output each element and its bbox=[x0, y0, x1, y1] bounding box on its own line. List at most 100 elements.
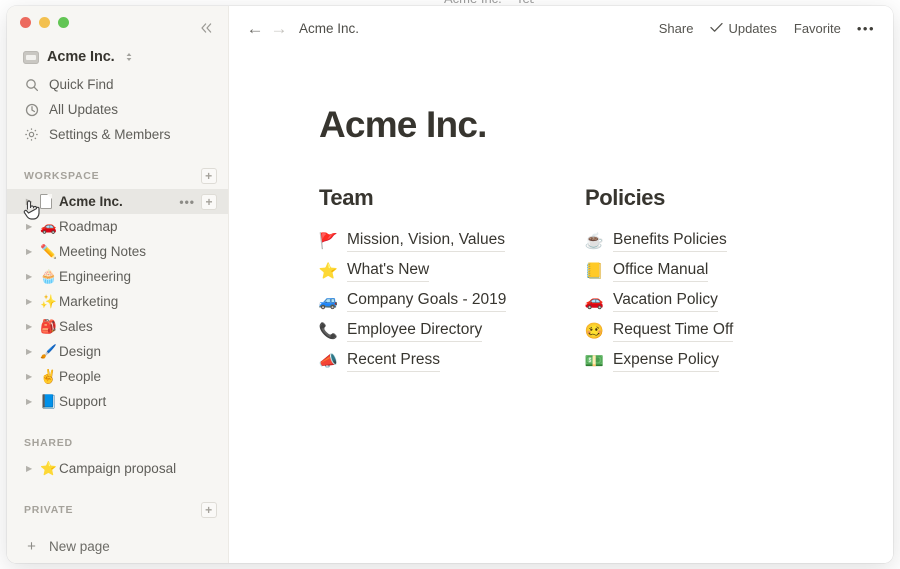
section-header-private: PRIVATE + bbox=[7, 497, 228, 523]
breadcrumb[interactable]: Acme Inc. bbox=[299, 21, 359, 36]
sidebar-page-label: Marketing bbox=[59, 294, 217, 309]
sidebar-page-label: Design bbox=[59, 344, 217, 359]
sidebar-page-acme-inc[interactable]: ▶ Acme Inc. ••• + bbox=[7, 189, 228, 214]
page-link-label: Benefits Policies bbox=[613, 230, 727, 251]
sidebar-page-label: Engineering bbox=[59, 269, 217, 284]
page-emoji-icon: 🥴 bbox=[585, 322, 604, 341]
page-link-label: Mission, Vision, Values bbox=[347, 230, 505, 251]
section-title: PRIVATE bbox=[24, 504, 201, 516]
page-link-whats-new[interactable]: ⭐ What's New bbox=[319, 256, 585, 286]
new-page-button[interactable]: + New page bbox=[7, 529, 228, 563]
workspace-logo-icon bbox=[23, 51, 39, 64]
page-link-recent-press[interactable]: 📣 Recent Press bbox=[319, 346, 585, 376]
add-workspace-page-button[interactable]: + bbox=[201, 168, 217, 184]
sidebar-page-label: Sales bbox=[59, 319, 217, 334]
disclosure-triangle-icon[interactable]: ▶ bbox=[26, 322, 40, 331]
sidebar-page-meeting-notes[interactable]: ▶ ✏️ Meeting Notes bbox=[7, 239, 228, 264]
sidebar-page-engineering[interactable]: ▶ 🧁 Engineering bbox=[7, 264, 228, 289]
page-emoji-icon: 📞 bbox=[319, 322, 338, 341]
sidebar-page-marketing[interactable]: ▶ ✨ Marketing bbox=[7, 289, 228, 314]
page-link-label: Expense Policy bbox=[613, 350, 719, 371]
page-link-expense-policy[interactable]: 💵 Expense Policy bbox=[585, 346, 851, 376]
page-link-label: Office Manual bbox=[613, 260, 708, 281]
collapse-sidebar-button[interactable] bbox=[196, 18, 218, 38]
page-more-button[interactable]: ••• bbox=[179, 196, 195, 208]
sidebar-item-settings-members[interactable]: Settings & Members bbox=[7, 122, 228, 147]
disclosure-triangle-icon[interactable]: ▶ bbox=[26, 297, 40, 306]
page-emoji-icon: ✨ bbox=[40, 294, 59, 310]
page-emoji-icon: ✏️ bbox=[40, 244, 59, 260]
page-emoji-icon: ☕ bbox=[585, 232, 604, 251]
sidebar-page-support[interactable]: ▶ 📘 Support bbox=[7, 389, 228, 414]
page-link-benefits-policies[interactable]: ☕ Benefits Policies bbox=[585, 226, 851, 256]
forward-button[interactable]: → bbox=[267, 17, 291, 41]
workspace-name: Acme Inc. bbox=[47, 49, 115, 65]
workspace-switcher[interactable]: Acme Inc. bbox=[7, 42, 228, 72]
page-link-mission-vision-values[interactable]: 🚩 Mission, Vision, Values bbox=[319, 226, 585, 256]
section-header-workspace: WORKSPACE + bbox=[7, 163, 228, 189]
sidebar-item-quick-find[interactable]: Quick Find bbox=[7, 72, 228, 97]
page-link-vacation-policy[interactable]: 🚗 Vacation Policy bbox=[585, 286, 851, 316]
sidebar-page-sales[interactable]: ▶ 🎒 Sales bbox=[7, 314, 228, 339]
page-emoji-icon: 🚗 bbox=[40, 219, 59, 235]
disclosure-triangle-icon[interactable]: ▶ bbox=[26, 372, 40, 381]
disclosure-triangle-icon[interactable]: ▶ bbox=[26, 222, 40, 231]
disclosure-triangle-icon[interactable]: ▶ bbox=[26, 464, 40, 473]
page-body: Acme Inc. Team 🚩 Mission, Vision, Values… bbox=[229, 51, 893, 376]
sidebar-page-roadmap[interactable]: ▶ 🚗 Roadmap bbox=[7, 214, 228, 239]
back-button[interactable]: ← bbox=[243, 17, 267, 41]
page-link-company-goals-2019[interactable]: 🚙 Company Goals - 2019 bbox=[319, 286, 585, 316]
topbar: ← → Acme Inc. Share Updates Favorite ••• bbox=[229, 6, 893, 51]
sidebar-item-all-updates[interactable]: All Updates bbox=[7, 97, 228, 122]
sidebar-page-people[interactable]: ▶ ✌️ People bbox=[7, 364, 228, 389]
add-private-page-button[interactable]: + bbox=[201, 502, 217, 518]
updates-button[interactable]: Updates bbox=[710, 21, 776, 36]
sidebar-page-label: Support bbox=[59, 394, 217, 409]
section-header-shared: SHARED bbox=[7, 430, 228, 456]
share-button[interactable]: Share bbox=[659, 21, 694, 36]
page-emoji-icon: 📒 bbox=[585, 262, 604, 281]
favorite-label: Favorite bbox=[794, 21, 841, 36]
sidebar-page-label: Roadmap bbox=[59, 219, 217, 234]
columns: Team 🚩 Mission, Vision, Values ⭐ What's … bbox=[319, 187, 893, 376]
sidebar-page-design[interactable]: ▶ 🖌️ Design bbox=[7, 339, 228, 364]
sidebar-item-label: Settings & Members bbox=[49, 127, 171, 142]
disclosure-triangle-icon[interactable]: ▶ bbox=[26, 247, 40, 256]
disclosure-triangle-icon[interactable]: ▶ bbox=[26, 347, 40, 356]
page-link-label: Recent Press bbox=[347, 350, 440, 371]
sidebar-page-label: Meeting Notes bbox=[59, 244, 217, 259]
close-window-button[interactable] bbox=[20, 17, 31, 28]
offscreen-title-text: Acme Inc. – Team bbox=[444, 0, 534, 5]
page-link-employee-directory[interactable]: 📞 Employee Directory bbox=[319, 316, 585, 346]
page-emoji-icon: 🖌️ bbox=[40, 344, 59, 360]
page-link-request-time-off[interactable]: 🥴 Request Time Off bbox=[585, 316, 851, 346]
favorite-button[interactable]: Favorite bbox=[794, 21, 841, 36]
page-title: Acme Inc. bbox=[319, 106, 893, 143]
sidebar-page-label: Campaign proposal bbox=[59, 461, 217, 476]
search-icon bbox=[24, 77, 39, 92]
chevron-updown-icon bbox=[125, 51, 133, 63]
disclosure-triangle-icon[interactable]: ▶ bbox=[26, 272, 40, 281]
minimize-window-button[interactable] bbox=[39, 17, 50, 28]
disclosure-triangle-icon[interactable]: ▶ bbox=[26, 197, 40, 206]
add-subpage-button[interactable]: + bbox=[201, 194, 217, 210]
updates-label: Updates bbox=[728, 21, 776, 36]
page-emoji-icon: 💵 bbox=[585, 352, 604, 371]
page-emoji-icon: 🎒 bbox=[40, 319, 59, 335]
section-title: WORKSPACE bbox=[24, 170, 201, 182]
check-icon bbox=[710, 21, 723, 36]
row-actions: ••• + bbox=[179, 194, 217, 210]
double-chevron-left-icon bbox=[199, 22, 215, 34]
page-link-office-manual[interactable]: 📒 Office Manual bbox=[585, 256, 851, 286]
sidebar-page-label: Acme Inc. bbox=[59, 194, 179, 209]
more-options-button[interactable]: ••• bbox=[857, 21, 875, 36]
page-emoji-icon: ⭐ bbox=[40, 461, 59, 477]
document-icon bbox=[40, 194, 59, 209]
page-emoji-icon: 🚙 bbox=[319, 292, 338, 311]
disclosure-triangle-icon[interactable]: ▶ bbox=[26, 397, 40, 406]
page-emoji-icon: 🚗 bbox=[585, 292, 604, 311]
window-controls bbox=[7, 6, 228, 28]
zoom-window-button[interactable] bbox=[58, 17, 69, 28]
sidebar-page-campaign-proposal[interactable]: ▶ ⭐ Campaign proposal bbox=[7, 456, 228, 481]
page-emoji-icon: 📣 bbox=[319, 352, 338, 371]
